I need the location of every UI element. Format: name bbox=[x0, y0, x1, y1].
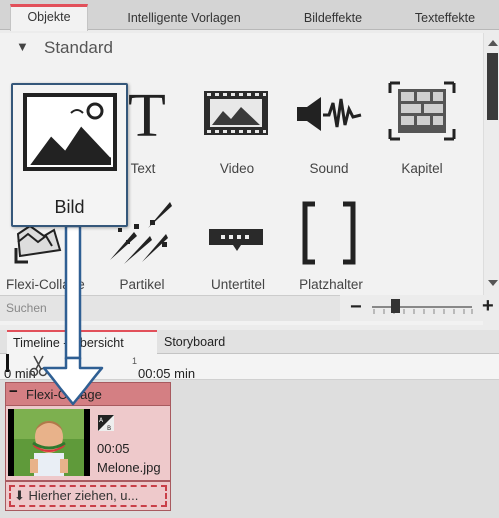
svg-text:T: T bbox=[128, 82, 166, 141]
scroll-down-icon[interactable] bbox=[488, 280, 498, 286]
object-label-kapitel: Kapitel bbox=[401, 161, 443, 176]
tab-bildeffekte[interactable]: Bildeffekte bbox=[285, 7, 381, 30]
object-panel-scrollbar[interactable] bbox=[483, 33, 499, 295]
tab-timeline-uebersicht[interactable]: Timeline - Übersicht bbox=[7, 330, 157, 354]
zoom-ticks bbox=[373, 309, 473, 314]
track-title: Flexi-Collage bbox=[26, 387, 102, 402]
scissors-icon[interactable] bbox=[28, 354, 50, 378]
zoom-out-button[interactable]: − bbox=[350, 296, 362, 319]
tab-objekte[interactable]: Objekte bbox=[10, 4, 88, 31]
scroll-thumb[interactable] bbox=[487, 53, 498, 120]
object-tab-bar: Objekte Intelligente Vorlagen Bildeffekt… bbox=[0, 0, 499, 31]
placeholder-brackets-icon bbox=[302, 201, 356, 265]
zoom-track[interactable] bbox=[372, 306, 472, 308]
object-platzhalter[interactable] bbox=[293, 198, 365, 268]
zoom-in-button[interactable]: + bbox=[482, 295, 494, 318]
object-kapitel[interactable] bbox=[386, 79, 458, 143]
svg-text:B: B bbox=[107, 425, 111, 431]
svg-text:A: A bbox=[99, 417, 104, 424]
chapter-icon bbox=[388, 81, 456, 141]
object-label-untertitel: Untertitel bbox=[210, 277, 266, 292]
collapse-arrow-icon[interactable]: ▼ bbox=[16, 39, 29, 54]
timeline-ruler[interactable]: 1 0 min 00:05 min bbox=[0, 354, 499, 381]
section-title: Standard bbox=[44, 38, 113, 57]
standard-section-header[interactable]: ▼ Standard bbox=[0, 33, 483, 63]
zoom-slider-handle[interactable] bbox=[391, 299, 400, 313]
object-video[interactable] bbox=[201, 83, 273, 143]
subtitle-icon bbox=[209, 229, 263, 251]
video-film-icon bbox=[204, 91, 268, 135]
tab-intelligente-vorlagen[interactable]: Intelligente Vorlagen bbox=[100, 7, 268, 30]
timeline-tab-bar: Timeline - Übersicht Storyboard bbox=[0, 330, 499, 354]
dropzone[interactable]: ⬇ Hierher ziehen, u... bbox=[5, 481, 171, 511]
tab-storyboard[interactable]: Storyboard bbox=[158, 330, 231, 354]
object-label-video: Video bbox=[219, 161, 255, 176]
clip-photo bbox=[14, 409, 84, 476]
clip-filename: Melone.jpg bbox=[97, 460, 161, 475]
object-untertitel[interactable] bbox=[201, 223, 273, 253]
object-label-sound: Sound bbox=[309, 161, 349, 176]
zoom-control: − + bbox=[340, 295, 499, 321]
object-label-partikel: Partikel bbox=[119, 277, 165, 292]
object-label-platzhalter: Platzhalter bbox=[299, 277, 363, 292]
object-sound[interactable] bbox=[293, 85, 365, 145]
ruler-mark-label: 00:05 min bbox=[138, 366, 196, 381]
speaker-sound-icon bbox=[297, 97, 362, 131]
down-arrow-icon: ⬇ bbox=[14, 488, 25, 503]
search-input[interactable]: Suchen bbox=[0, 295, 340, 321]
dropzone-label: Hierher ziehen, u... bbox=[28, 488, 139, 503]
ruler-tick-label: 1 bbox=[132, 356, 138, 366]
transition-ab-icon[interactable]: A B bbox=[98, 415, 114, 432]
object-label-flexi-collage: Flexi-Collage bbox=[6, 277, 85, 292]
collapse-button[interactable]: − bbox=[9, 384, 23, 399]
tab-texteffekte[interactable]: Texteffekte bbox=[397, 7, 493, 30]
scroll-up-icon[interactable] bbox=[488, 40, 498, 46]
drag-card-label: Bild bbox=[54, 197, 85, 217]
image-icon bbox=[23, 93, 117, 171]
clip-thumbnail[interactable] bbox=[8, 409, 90, 476]
clip-duration: 00:05 bbox=[97, 441, 130, 456]
dropzone-hint[interactable]: ⬇ Hierher ziehen, u... bbox=[9, 485, 167, 507]
drag-card-bild[interactable]: Bild bbox=[11, 83, 128, 227]
flexi-collage-track-header[interactable]: − Flexi-Collage bbox=[5, 382, 171, 406]
